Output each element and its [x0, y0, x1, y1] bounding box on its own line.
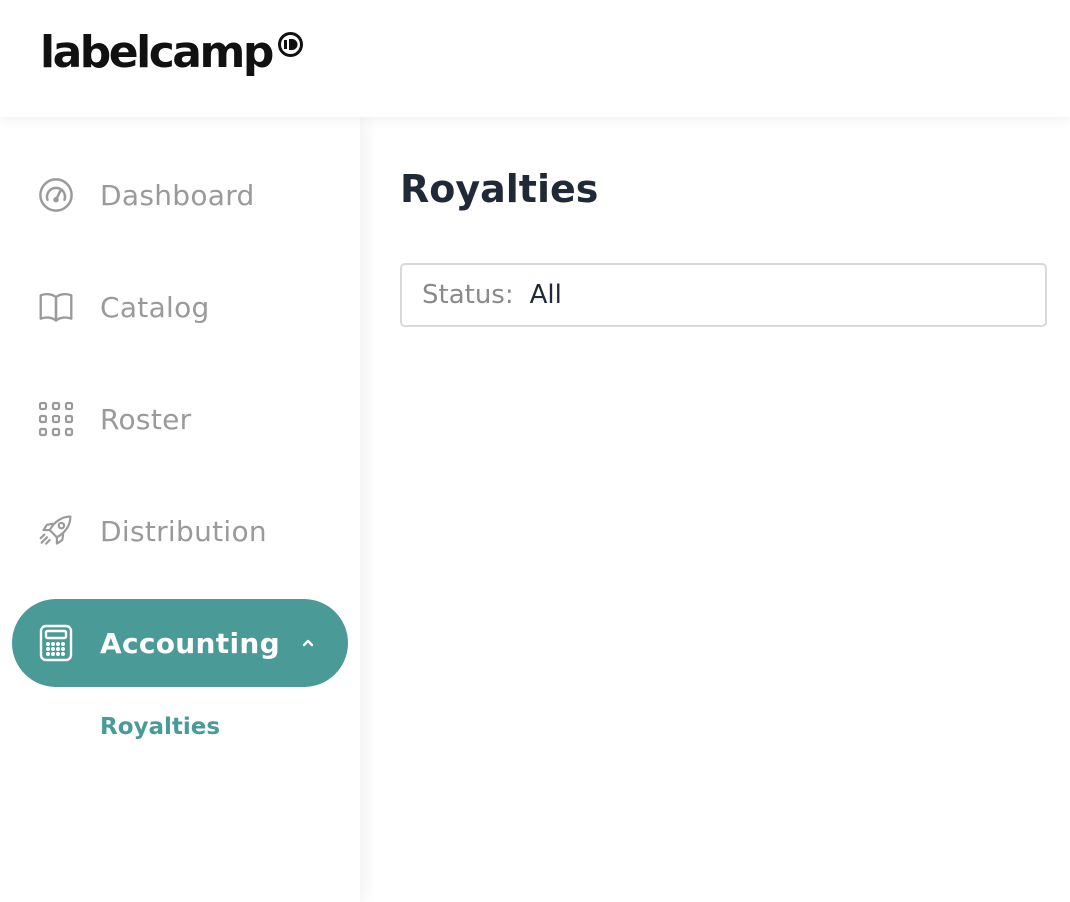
sidebar-item-label: Roster: [100, 402, 192, 436]
logo-mark-icon: [277, 32, 303, 57]
chevron-up-icon[interactable]: [298, 633, 318, 653]
sidebar-item-distribution[interactable]: Distribution: [12, 487, 348, 575]
logo-wordmark: labelcamp: [40, 27, 274, 78]
status-filter[interactable]: Status: All: [400, 263, 1047, 327]
sidebar-item-dashboard[interactable]: Dashboard: [12, 151, 348, 239]
status-filter-label: Status:: [422, 280, 514, 310]
sidebar-subitem-royalties[interactable]: Royalties: [100, 714, 220, 740]
rocket-icon: [38, 513, 74, 549]
app-header: labelcamp: [0, 0, 1070, 117]
sidebar-item-accounting[interactable]: Accounting: [12, 599, 348, 687]
labelcamp-logo[interactable]: labelcamp: [40, 28, 303, 88]
sidebar: Dashboard Catalog Roster Distribution Ac…: [0, 117, 360, 902]
sidebar-item-label: Catalog: [100, 290, 210, 324]
sidebar-item-label: Dashboard: [100, 178, 255, 212]
sidebar-item-label: Accounting: [100, 626, 280, 660]
grid-dots-icon: [38, 401, 74, 437]
dashboard-gauge-icon: [38, 177, 74, 213]
book-icon: [38, 289, 74, 325]
status-filter-value: All: [529, 280, 562, 310]
sidebar-item-catalog[interactable]: Catalog: [12, 263, 348, 351]
sidebar-item-roster[interactable]: Roster: [12, 375, 348, 463]
calculator-icon: [38, 624, 74, 662]
main-content: Royalties Status: All: [360, 117, 1070, 902]
sidebar-item-label: Distribution: [100, 514, 267, 548]
page-title: Royalties: [400, 167, 599, 211]
